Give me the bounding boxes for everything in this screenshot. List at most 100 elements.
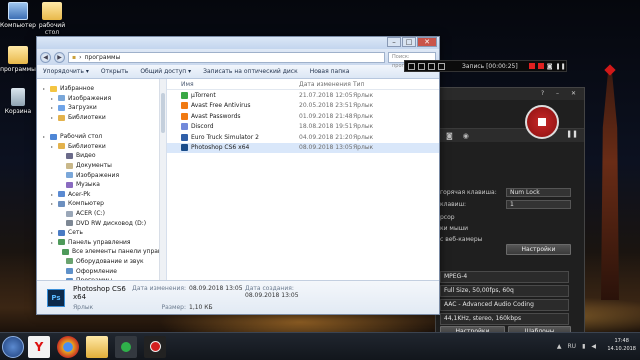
- nav-item-label: Видео: [76, 152, 96, 160]
- settings-button[interactable]: Настройки: [506, 244, 571, 255]
- clock[interactable]: 17:48 14.10.2018: [607, 337, 636, 353]
- nav-item[interactable]: Документы: [37, 161, 166, 171]
- nav-item-icon: [58, 104, 65, 111]
- nav-item[interactable]: ▸ Библиотеки: [37, 142, 166, 152]
- desktop-icon-programs-folder[interactable]: программы: [0, 46, 38, 73]
- media-player-icon[interactable]: [115, 335, 137, 358]
- details-type: Ярлык: [73, 303, 94, 311]
- pause-small-icon[interactable]: ❚❚: [556, 63, 566, 70]
- file-row[interactable]: Avast Passwords 01.09.2018 21:48 Ярлык: [167, 111, 439, 122]
- share-button[interactable]: Общий доступ ▾: [140, 68, 191, 75]
- file-list-pane: Имя Дата изменения Тип µTorrent 21.07.201…: [167, 79, 439, 280]
- nav-item[interactable]: ▸ Изображения: [37, 94, 166, 104]
- file-explorer-icon[interactable]: [86, 335, 108, 358]
- crop-icon[interactable]: [438, 62, 445, 70]
- forward-arrow-icon[interactable]: ▶: [54, 51, 65, 63]
- yandex-browser-icon[interactable]: Y: [28, 335, 50, 358]
- nav-item[interactable]: ▸ Библиотеки: [37, 113, 166, 123]
- start-button[interactable]: [2, 335, 24, 358]
- video-codec[interactable]: MPEG-4: [440, 271, 569, 283]
- nav-item[interactable]: ▸ Компьютер: [37, 199, 166, 209]
- key-field[interactable]: 1: [506, 200, 571, 209]
- stop-icon[interactable]: [528, 63, 535, 69]
- file-row[interactable]: Photoshop CS6 x64 08.09.2018 13:05 Ярлык: [167, 142, 439, 153]
- webcam-icon[interactable]: ◉: [463, 132, 469, 140]
- nav-item[interactable]: ▸ Панель управления: [37, 238, 166, 248]
- expand-arrow-icon[interactable]: ▸: [51, 240, 55, 245]
- recorder-taskbar-icon[interactable]: [144, 335, 166, 358]
- zoom-icon[interactable]: [428, 62, 435, 70]
- back-arrow-icon[interactable]: ◀: [40, 51, 51, 63]
- nav-item[interactable]: ▸ Acer-Pk: [37, 190, 166, 200]
- file-type: Ярлык: [353, 112, 374, 120]
- nav-item[interactable]: DVD RW дисковод (D:): [37, 218, 166, 228]
- record-icon[interactable]: [537, 63, 544, 69]
- column-name[interactable]: Имя: [181, 81, 299, 88]
- maximize-button[interactable]: □: [402, 37, 416, 47]
- record-stop-button[interactable]: [525, 105, 559, 139]
- column-type[interactable]: Тип: [353, 81, 413, 88]
- file-row[interactable]: Discord 18.08.2018 19:51 Ярлык: [167, 122, 439, 133]
- new-folder-button[interactable]: Новая папка: [310, 68, 350, 75]
- address-field[interactable]: ▪ › программы: [68, 51, 385, 63]
- audio-codec[interactable]: AAC - Advanced Audio Coding: [440, 299, 569, 311]
- desktop-icon-desktop-folder[interactable]: рабочий стол: [32, 2, 72, 36]
- screenshot-icon[interactable]: ◙: [547, 63, 553, 70]
- expand-arrow-icon[interactable]: ▸: [51, 201, 55, 206]
- burn-button[interactable]: Записать на оптический диск: [203, 68, 298, 75]
- file-name: Discord: [191, 123, 214, 131]
- nav-item[interactable]: ▸ Избранное: [37, 84, 166, 94]
- close-button[interactable]: ✕: [417, 37, 437, 47]
- nav-item[interactable]: Изображения: [37, 170, 166, 180]
- column-date[interactable]: Дата изменения: [299, 81, 353, 88]
- volume-icon[interactable]: ◀: [591, 343, 596, 350]
- nav-item-icon: [66, 172, 73, 179]
- nav-item-icon: [66, 162, 73, 169]
- file-row[interactable]: µTorrent 21.07.2018 12:05 Ярлык: [167, 90, 439, 101]
- show-hidden-icons[interactable]: ▲: [557, 343, 562, 350]
- nav-item[interactable]: Оборудование и звук: [37, 257, 166, 267]
- nav-item[interactable]: ▸ Загрузки: [37, 103, 166, 113]
- network-icon[interactable]: ▮: [582, 343, 585, 350]
- expand-arrow-icon[interactable]: ▸: [43, 134, 47, 139]
- recorder-window-controls[interactable]: ? – ✕: [541, 90, 581, 97]
- expand-arrow-icon[interactable]: ▸: [51, 115, 55, 120]
- organize-button[interactable]: Упорядочить ▾: [43, 68, 89, 75]
- expand-arrow-icon[interactable]: ▸: [43, 86, 47, 91]
- nav-item-icon: [58, 200, 65, 207]
- desktop-icon-label: Компьютер: [0, 22, 36, 29]
- expand-arrow-icon[interactable]: ▸: [51, 96, 55, 101]
- file-row[interactable]: Euro Truck Simulator 2 04.09.2018 21:20 Яр…: [167, 132, 439, 143]
- details-name: Photoshop CS6 x64: [73, 284, 126, 301]
- expand-arrow-icon[interactable]: ▸: [51, 144, 55, 149]
- camera-icon[interactable]: ◙: [446, 132, 453, 140]
- nav-item[interactable]: Оформление: [37, 266, 166, 276]
- open-button[interactable]: Открыть: [101, 68, 128, 75]
- nav-item[interactable]: ACER (C:): [37, 209, 166, 219]
- hotkey-field[interactable]: Num Lock: [506, 188, 571, 197]
- minimize-button[interactable]: –: [387, 37, 401, 47]
- expand-arrow-icon[interactable]: ▸: [51, 105, 55, 110]
- desktop-icon-recycle-bin[interactable]: Корзина: [0, 88, 38, 115]
- language-indicator[interactable]: RU: [568, 343, 577, 350]
- chrome-icon[interactable]: [57, 335, 79, 358]
- region-icon[interactable]: [408, 62, 415, 70]
- explorer-titlebar[interactable]: – □ ✕: [37, 37, 439, 49]
- app-shortcut-icon: [181, 91, 188, 99]
- nav-item[interactable]: Музыка: [37, 180, 166, 190]
- nav-item[interactable]: Все элементы панели управления: [37, 247, 166, 257]
- pause-icon[interactable]: ❚❚: [566, 130, 578, 138]
- file-row[interactable]: Avast Free Antivirus 20.05.2018 23:51 Ярлы…: [167, 101, 439, 112]
- desktop-icon-label: рабочий стол: [38, 22, 66, 36]
- nav-item-label: DVD RW дисковод (D:): [76, 219, 147, 227]
- fullscreen-icon[interactable]: [418, 62, 425, 70]
- nav-item[interactable]: ▸ Сеть: [37, 228, 166, 238]
- recorder-tools: ◙ ◉: [436, 128, 584, 142]
- file-name: Avast Free Antivirus: [191, 102, 251, 110]
- nav-item-icon: [50, 85, 57, 92]
- nav-item[interactable]: ▸ Рабочий стол: [37, 132, 166, 142]
- expand-arrow-icon[interactable]: ▸: [51, 230, 55, 235]
- expand-arrow-icon[interactable]: ▸: [51, 192, 55, 197]
- nav-scrollbar[interactable]: [159, 79, 166, 280]
- nav-item[interactable]: Видео: [37, 151, 166, 161]
